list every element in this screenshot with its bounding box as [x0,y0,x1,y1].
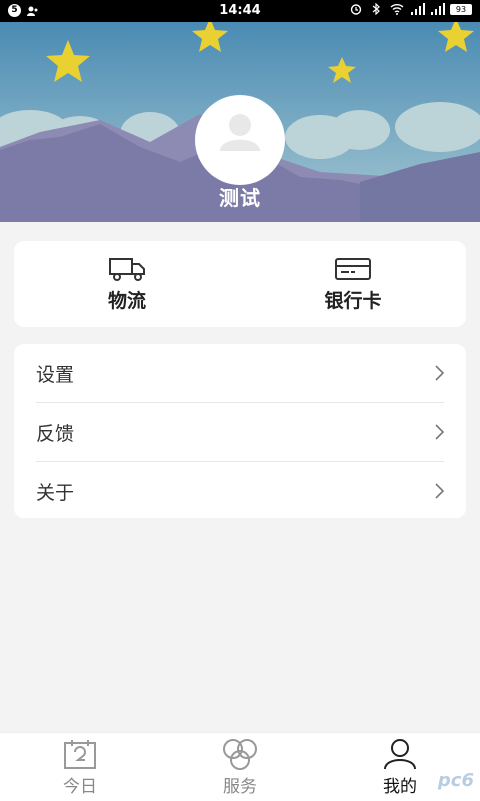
nav-label: 服务 [223,776,257,797]
menu-item-label: 反馈 [36,422,75,445]
circles-icon [223,738,257,770]
quick-action-label: 物流 [107,289,146,312]
menu-item-label: 设置 [36,363,75,386]
avatar[interactable] [195,95,285,185]
nav-today[interactable]: 今日 [0,733,160,801]
bluetooth-icon [370,2,382,16]
quick-action-label: 银行卡 [324,289,382,312]
nav-services[interactable]: 服务 [160,733,320,801]
quick-action-logistics[interactable]: 物流 [14,241,240,327]
profile-banner: 测试 [0,22,480,222]
wifi-icon [390,3,404,15]
status-bar: 5 14:44 93 [0,0,480,22]
nav-label: 今日 [63,776,97,797]
calendar-icon [64,739,96,769]
user-icon [384,738,416,769]
signal-icon [410,3,425,15]
chevron-right-icon [435,483,444,499]
chevron-right-icon [435,365,444,381]
menu-card: 设置 反馈 关于 [14,344,466,518]
battery-indicator: 93 [450,3,472,15]
username: 测试 [219,186,261,210]
chevron-right-icon [435,424,444,440]
watermark-logo: pc6 [437,770,474,791]
truck-icon [109,257,145,281]
nav-label: 我的 [383,776,417,797]
quick-action-bank-card[interactable]: 银行卡 [240,241,466,327]
signal-icon-2 [430,3,445,15]
bottom-nav: 今日 服务 我的 [0,732,480,801]
status-right-icons: 93 [350,2,472,16]
menu-item-feedback[interactable]: 反馈 [36,403,444,462]
quick-actions-card: 物流 银行卡 [14,241,466,327]
credit-card-icon [335,257,371,280]
alarm-icon [350,3,362,15]
menu-item-label: 关于 [36,481,75,504]
menu-item-settings[interactable]: 设置 [36,344,444,403]
default-avatar-icon [220,114,260,151]
menu-item-about[interactable]: 关于 [36,462,444,520]
